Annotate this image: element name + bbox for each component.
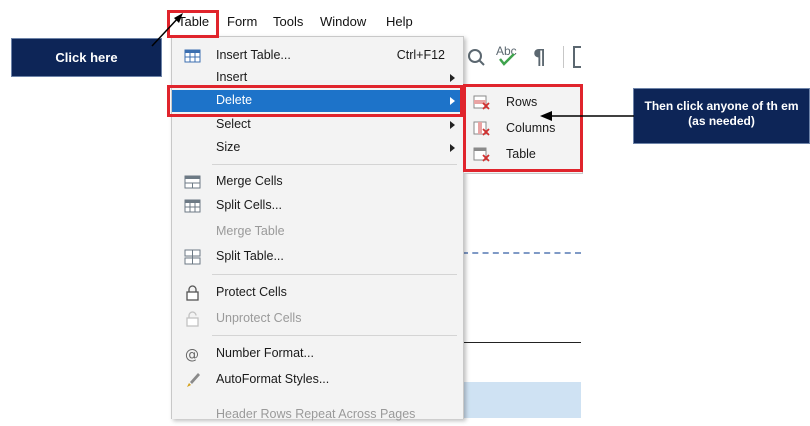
toolbar-separator (563, 46, 564, 68)
menu-item-insert-table[interactable]: Insert Table... Ctrl+F12 (172, 45, 463, 67)
callout-arrow-then-click (540, 111, 634, 121)
menu-item-label: Number Format... (216, 346, 314, 360)
menu-item-label: Split Cells... (216, 198, 282, 212)
merge-cells-icon (184, 175, 201, 189)
menu-help[interactable]: Help (386, 14, 413, 29)
page-boundary-dashed (462, 252, 581, 254)
menu-item-protect-cells[interactable]: Protect Cells (172, 282, 463, 304)
submenu-arrow-icon (450, 144, 455, 152)
menu-separator (212, 335, 457, 336)
menu-item-label: Insert (216, 70, 248, 84)
menu-item-label: Size (216, 140, 241, 154)
menu-item-label: Split Table... (216, 249, 284, 263)
table-border-line (462, 342, 581, 343)
menu-window[interactable]: Window (320, 14, 366, 29)
callout-click-here: Click here (11, 38, 162, 77)
menu-item-header-rows-repeat: Header Rows Repeat Across Pages (172, 404, 463, 426)
menu-item-label: Insert Table... (216, 48, 291, 62)
menu-separator (212, 164, 457, 165)
find-replace-icon[interactable] (466, 47, 486, 67)
menu-item-split-cells[interactable]: Split Cells... (172, 195, 463, 217)
callout-text-line2: (as needed) (688, 114, 755, 128)
callout-text: Click here (55, 50, 118, 65)
toolbar-icon-partial[interactable] (573, 46, 581, 68)
menu-item-unprotect-cells: Unprotect Cells (172, 308, 463, 330)
menu-separator (212, 274, 457, 275)
callout-then-click: Then click anyone of th em (as needed) (633, 88, 810, 144)
menu-tools[interactable]: Tools (273, 14, 303, 29)
at-sign-icon: @ (185, 347, 199, 362)
formatting-marks-icon[interactable]: ¶ (532, 46, 552, 68)
annotation-box-delete (167, 85, 463, 117)
menu-item-merge-cells[interactable]: Merge Cells (172, 171, 463, 193)
menu-form[interactable]: Form (227, 14, 257, 29)
menu-item-label: Protect Cells (216, 285, 287, 299)
brush-icon (187, 373, 200, 387)
menu-item-label: Merge Table (216, 224, 285, 238)
lock-icon (186, 285, 199, 301)
callout-arrow-click-here (151, 13, 183, 47)
spelling-icon[interactable]: Abc (494, 42, 520, 68)
menu-item-label: Select (216, 117, 251, 131)
split-table-icon (184, 249, 201, 265)
submenu-arrow-icon (450, 74, 455, 82)
menu-item-label: Header Rows Repeat Across Pages (216, 407, 416, 421)
shortcut-label: Ctrl+F12 (396, 48, 445, 62)
menu-item-select[interactable]: Select (172, 114, 463, 136)
menu-item-label: AutoFormat Styles... (216, 372, 330, 386)
callout-text-line1: Then click anyone of th em (644, 99, 799, 113)
menu-item-size[interactable]: Size (172, 137, 463, 159)
menu-item-label: Merge Cells (216, 174, 283, 188)
insert-table-icon (184, 49, 201, 63)
unlock-icon (186, 311, 199, 327)
table-selection-band (462, 382, 581, 418)
menu-item-split-table[interactable]: Split Table... (172, 246, 463, 268)
submenu-arrow-icon (450, 121, 455, 129)
menu-item-merge-table: Merge Table (172, 221, 463, 243)
annotation-box-submenu (463, 84, 583, 172)
menu-item-number-format[interactable]: @ Number Format... (172, 343, 463, 365)
menu-item-label: Unprotect Cells (216, 311, 302, 325)
menu-item-autoformat-styles[interactable]: AutoFormat Styles... (172, 369, 463, 391)
svg-text:@: @ (185, 347, 199, 362)
split-cells-icon (184, 199, 201, 213)
svg-text:¶: ¶ (533, 46, 546, 68)
